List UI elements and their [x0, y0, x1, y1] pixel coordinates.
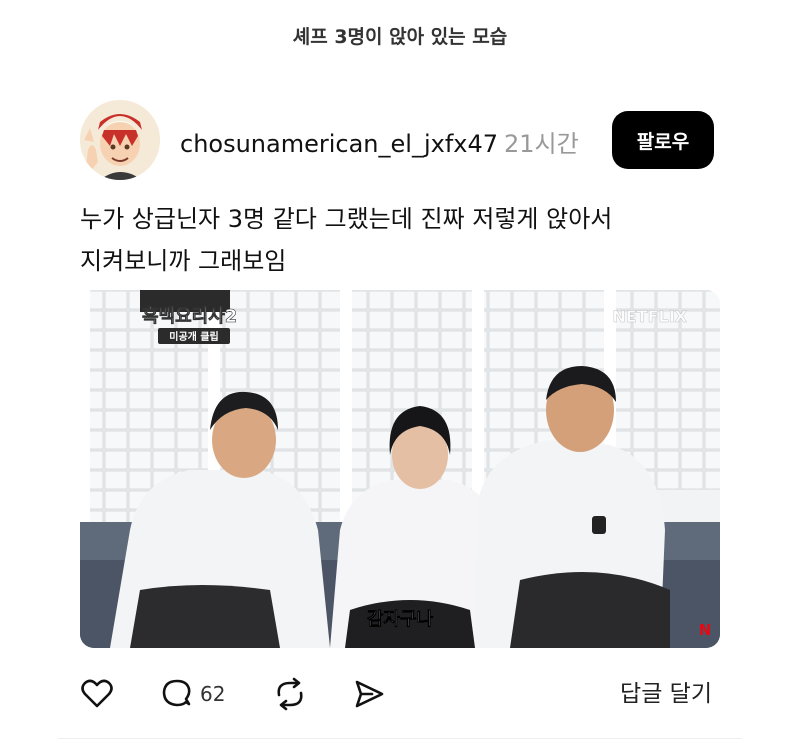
- netflix-n-logo: N: [699, 621, 712, 639]
- comment-button[interactable]: 62: [160, 672, 225, 716]
- show-title: 흑백요리사2: [142, 305, 237, 327]
- like-button[interactable]: [80, 672, 114, 716]
- avatar[interactable]: [80, 100, 160, 180]
- heart-icon: [81, 679, 113, 708]
- username-link[interactable]: chosunamerican_el_jxfx47: [180, 130, 498, 158]
- show-subtitle: 미공개 클립: [169, 330, 218, 343]
- post-text-line: 누가 상급닌자 3명 같다 그랬는데 진짜 저렇게 앉아서: [80, 205, 613, 233]
- divider: [58, 738, 742, 739]
- comment-count: 62: [200, 682, 226, 706]
- share-button[interactable]: [352, 672, 386, 716]
- reply-button[interactable]: 답글 달기: [620, 672, 712, 716]
- video-caption: 감자구나: [367, 609, 434, 630]
- timestamp: 21시간: [504, 130, 579, 158]
- post-text-line: 지켜보니까 그래보임: [80, 247, 287, 275]
- netflix-watermark: NETFLIX: [612, 307, 687, 326]
- avatar-image: [80, 100, 160, 180]
- post-header: chosunamerican_el_jxfx47 21시간: [180, 124, 579, 159]
- follow-button[interactable]: 팔로우: [612, 111, 714, 169]
- video-frame: 흑백요리사2 미공개 클립 NETFLIX 감자구나 N: [80, 290, 720, 648]
- comment-icon: [162, 679, 191, 707]
- post-video[interactable]: 흑백요리사2 미공개 클립 NETFLIX 감자구나 N: [80, 290, 720, 648]
- repost-icon: [277, 677, 303, 711]
- repost-button[interactable]: [272, 672, 308, 716]
- send-icon: [355, 680, 384, 708]
- post-actions: 62 답글 달기: [80, 672, 720, 716]
- page-title: 셰프 3명이 앉아 있는 모습: [292, 26, 508, 48]
- post-text: 누가 상급닌자 3명 같다 그랬는데 진짜 저렇게 앉아서 지켜보니까 그래보임: [80, 198, 720, 282]
